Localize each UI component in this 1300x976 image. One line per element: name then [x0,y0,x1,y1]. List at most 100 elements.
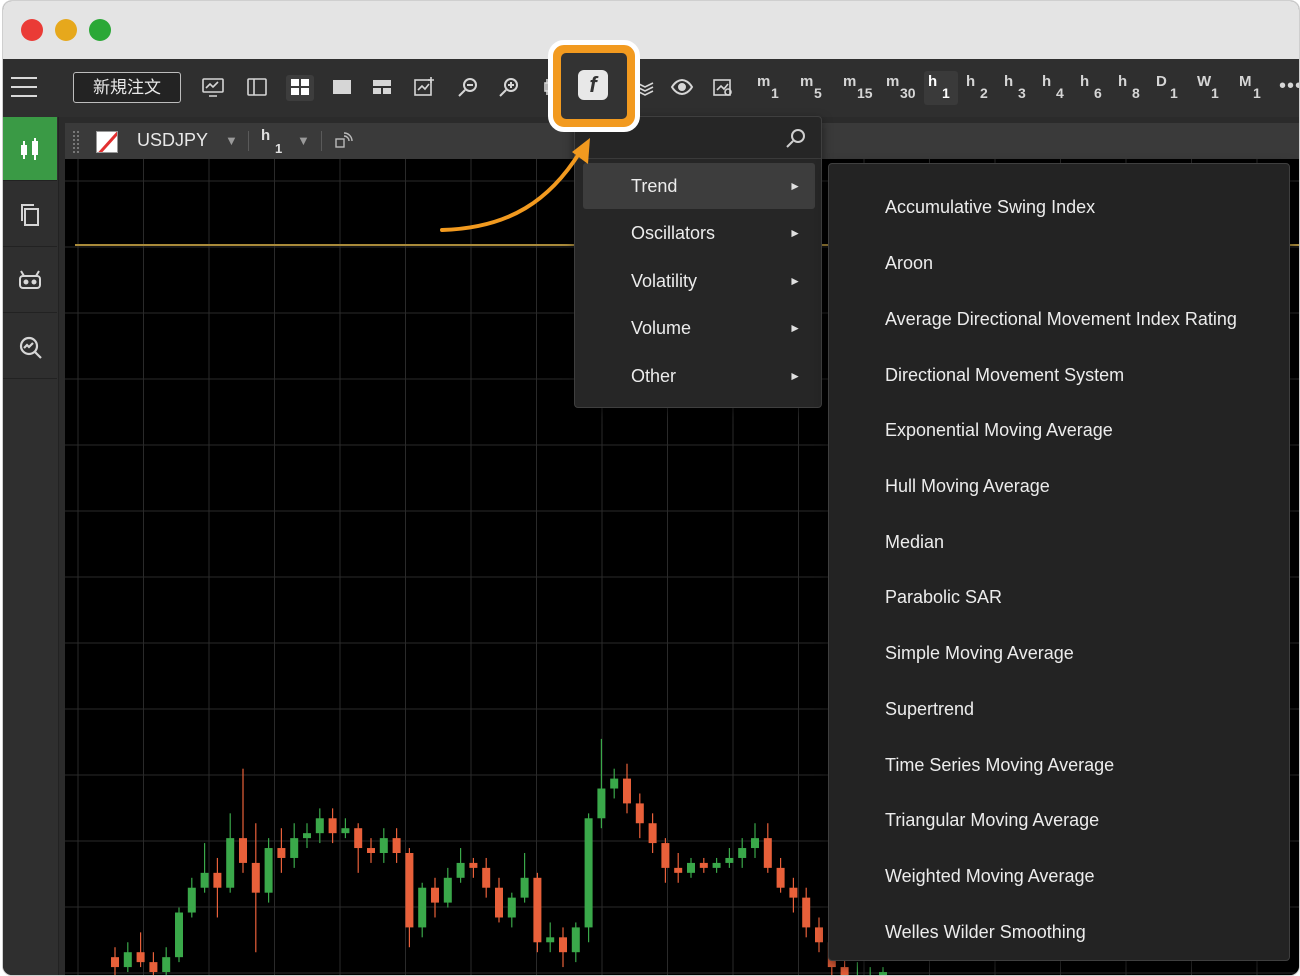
candle-body [725,857,734,863]
indicator-exponential-moving-average[interactable]: Exponential Moving Average [829,400,1289,454]
sidebar-trade-icon[interactable] [3,117,57,181]
menu-item-volume[interactable]: Volume ► [583,305,815,351]
candle-body [111,957,119,968]
chart-settings-icon[interactable] [709,75,737,101]
indicator-time-series-moving-average[interactable]: Time Series Moving Average [829,735,1289,789]
menu-item-volatility[interactable]: Volatility ► [583,258,815,304]
candle-body [431,887,439,903]
search-icon[interactable] [785,127,807,149]
sidebar-automate-icon[interactable] [3,249,57,313]
candle-body [520,877,529,898]
sidebar-copy-icon[interactable] [3,183,57,247]
timeframe-m5[interactable]: m5 [796,71,830,105]
indicator-accumulative-swing-index[interactable]: Accumulative Swing Index [829,177,1289,231]
candle-body [290,838,299,858]
timeframe-m1[interactable]: m1 [753,71,787,105]
layout-panel-icon[interactable] [243,75,271,101]
indicator-fx-icon: f [578,70,608,100]
candle-body [213,872,222,888]
candle-body [584,818,593,928]
candle-body [187,887,196,913]
indicator-simple-moving-average[interactable]: Simple Moving Average [829,623,1289,677]
symbol-name[interactable]: USDJPY [137,130,208,151]
maximize-window-button[interactable] [89,19,111,41]
timeframe-h6[interactable]: h6 [1076,71,1110,105]
candle-body [354,828,363,849]
more-options-icon[interactable]: ••• [1279,75,1299,98]
indicator-welles-wilder-smoothing[interactable]: Welles Wilder Smoothing [829,902,1289,956]
candle-body [776,867,785,888]
indicators-button[interactable]: f [561,53,627,119]
sidebar-analyze-icon[interactable] [3,315,57,379]
timeframe-h4[interactable]: h4 [1038,71,1072,105]
chart-timeframe[interactable]: h1 [261,127,291,157]
indicator-hull-moving-average[interactable]: Hull Moving Average [829,456,1289,510]
timeframe-h3[interactable]: h3 [1000,71,1034,105]
candle-body [123,952,132,968]
candle-body [610,778,619,789]
indicator-adxr[interactable]: Average Directional Movement Index Ratin… [829,289,1289,343]
timeframe-m15[interactable]: m 15 [839,71,873,105]
candle-body [456,862,465,878]
menu-item-other[interactable]: Other ► [583,353,815,399]
minimize-window-button[interactable] [55,19,77,41]
timeframe-dropdown-icon[interactable]: ▼ [297,133,310,148]
timeframe-mn1[interactable]: M1 [1235,71,1269,105]
broadcast-icon[interactable] [333,131,353,151]
indicator-supertrend[interactable]: Supertrend [829,679,1289,733]
close-window-button[interactable] [21,19,43,41]
candle-body [367,848,375,853]
new-order-button[interactable]: 新規注文 [73,72,181,103]
candle-body [443,877,452,903]
symbol-dropdown-icon[interactable]: ▼ [225,133,238,148]
submenu-arrow-icon: ► [789,179,801,193]
timeframe-h1[interactable]: h1 [924,71,958,105]
indicator-triangular-moving-average[interactable]: Triangular Moving Average [829,790,1289,844]
candle-body [815,927,823,943]
candle-body [495,887,503,918]
candle-body [546,937,555,943]
candle-body [879,972,887,975]
candles [111,738,887,975]
single-layout-icon[interactable] [328,75,356,101]
candle-body [303,833,311,839]
timeframe-h2[interactable]: h2 [962,71,996,105]
split-layout-icon[interactable] [368,75,396,101]
candle-body [341,828,350,834]
candle-body [136,952,145,963]
submenu-arrow-icon: ► [789,226,801,240]
monitor-chart-icon[interactable] [199,75,227,101]
candle-body [328,818,337,834]
indicator-weighted-moving-average[interactable]: Weighted Moving Average [829,846,1289,900]
menu-item-trend[interactable]: Trend ► [583,163,815,209]
indicator-parabolic-sar[interactable]: Parabolic SAR [829,567,1289,621]
zoom-in-icon[interactable] [495,75,523,101]
add-chart-icon[interactable] [410,75,438,101]
zoom-out-icon[interactable] [454,75,482,101]
timeframe-m30[interactable]: m 30 [882,71,916,105]
candle-body [379,838,388,853]
divider [321,131,322,151]
eye-icon[interactable] [668,75,696,101]
submenu-arrow-icon: ► [789,321,801,335]
timeframe-d1[interactable]: D1 [1152,71,1186,105]
candle-body [264,848,273,893]
indicator-aroon[interactable]: Aroon [829,233,1289,287]
grid-layout-icon[interactable] [286,75,314,101]
candle-body [559,937,567,953]
candle-body [226,838,235,888]
candle-body [763,838,772,868]
menu-item-oscillators[interactable]: Oscillators ► [583,210,815,256]
hamburger-menu-icon[interactable] [11,77,37,97]
timeframe-h8[interactable]: h8 [1114,71,1148,105]
candle-body [239,838,247,863]
indicator-directional-movement-system[interactable]: Directional Movement System [829,345,1289,399]
symbol-flag-icon [96,131,118,153]
candle-body [200,872,209,888]
indicator-median[interactable]: Median [829,512,1289,566]
candle-body [315,818,324,834]
indicators-button-highlight[interactable]: f [548,40,640,132]
candle-body [738,848,747,858]
timeframe-w1[interactable]: W1 [1193,71,1227,105]
drag-handle[interactable] [73,131,79,153]
